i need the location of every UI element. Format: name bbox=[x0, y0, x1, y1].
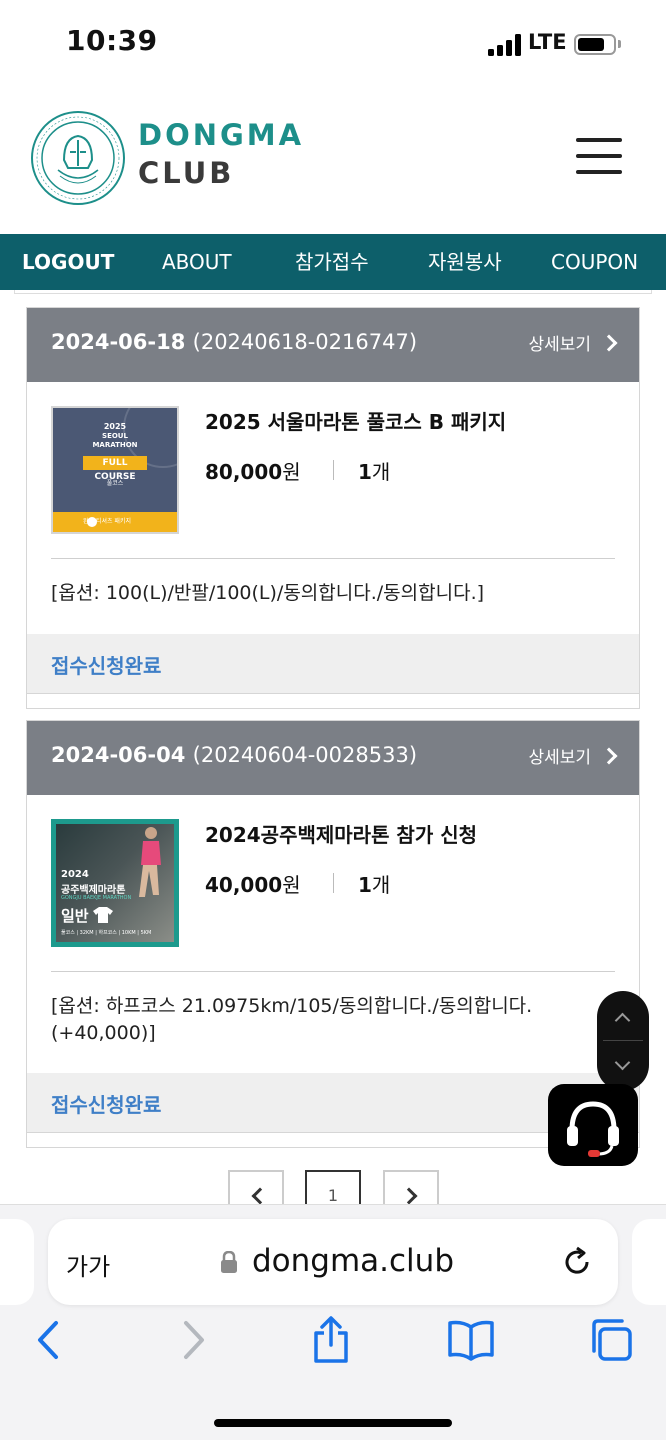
network-label: LTE bbox=[528, 30, 567, 54]
nav-volunteer[interactable]: 자원봉사 bbox=[428, 234, 502, 290]
product-name[interactable]: 2025 서울마라톤 풀코스 B 패키지 bbox=[205, 406, 506, 435]
menu-icon[interactable] bbox=[576, 138, 622, 174]
chevron-right-icon bbox=[600, 334, 618, 351]
order-card-body: 2025 SEOUL MARATHON FULL COURSE 풀코스 완주 티셔… bbox=[27, 382, 639, 634]
logo-text-club[interactable]: CLUB bbox=[138, 156, 234, 190]
thumb-foot: 풀코스 | 32KM | 하프코스 | 10KM | 5KM bbox=[61, 930, 152, 936]
order-card-header: 2024-06-18 (20240618-0216747) 상세보기 bbox=[27, 308, 639, 382]
order-card-footer: 접수신청완료 bbox=[27, 634, 639, 694]
order-card-body: 2024 공주백제마라톤 GONGJU BAEKJE MARATHON 일반 풀… bbox=[27, 795, 639, 1073]
scroll-down-icon[interactable] bbox=[614, 1054, 631, 1071]
product-options: [옵션: 하프코스 21.0975km/105/동의합니다./동의합니다. (+… bbox=[51, 995, 533, 1044]
product-price: 80,000 bbox=[205, 460, 283, 484]
url-text[interactable]: dongma.club bbox=[252, 1243, 454, 1279]
main-nav: LOGOUT ABOUT 참가접수 자원봉사 COUPON bbox=[0, 234, 666, 290]
product-qty: 1 bbox=[358, 460, 372, 484]
thumb-bar: 완주 티셔츠 패키지 bbox=[53, 512, 177, 532]
detail-link[interactable]: 상세보기 bbox=[528, 743, 618, 768]
thumb-title: SEOUL MARATHON bbox=[53, 432, 177, 450]
tshirt-icon bbox=[93, 907, 113, 923]
chevron-left-icon bbox=[251, 1187, 269, 1205]
price-qty-separator bbox=[333, 460, 334, 480]
battery-cap bbox=[618, 40, 621, 48]
thumb-title-en: GONGJU BAEKJE MARATHON bbox=[61, 895, 132, 901]
thumb-title-line1: SEOUL bbox=[102, 432, 128, 440]
product-qty: 1 bbox=[358, 873, 372, 897]
card-divider bbox=[51, 558, 615, 559]
nav-about[interactable]: ABOUT bbox=[162, 234, 232, 290]
share-icon[interactable] bbox=[306, 1315, 356, 1365]
product-thumbnail[interactable]: 2024 공주백제마라톤 GONGJU BAEKJE MARATHON 일반 풀… bbox=[51, 819, 179, 947]
thumb-dot-icon bbox=[87, 517, 97, 527]
site-header: DONGMA CLUB bbox=[0, 96, 666, 234]
back-icon[interactable] bbox=[24, 1315, 74, 1365]
thumb-title: 공주백제마라톤 bbox=[61, 885, 126, 896]
qty-unit: 개 bbox=[371, 873, 391, 897]
order-card-header: 2024-06-04 (20240604-0028533) 상세보기 bbox=[27, 721, 639, 795]
status-time: 10:39 bbox=[66, 24, 158, 57]
headset-icon bbox=[567, 1101, 619, 1157]
next-tab-preview[interactable] bbox=[632, 1219, 666, 1305]
order-card: 2024-06-18 (20240618-0216747) 상세보기 2025 … bbox=[26, 307, 640, 709]
order-id: (20240604-0028533) bbox=[192, 743, 418, 767]
home-indicator bbox=[214, 1419, 452, 1427]
thumb-title-line2: MARATHON bbox=[92, 441, 138, 449]
product-price: 40,000 bbox=[205, 873, 283, 897]
lock-icon bbox=[221, 1251, 237, 1273]
chevron-right-icon bbox=[400, 1187, 418, 1205]
status-bar: 10:39 LTE bbox=[0, 0, 666, 90]
signal-icon bbox=[488, 34, 522, 56]
order-status: 접수신청완료 bbox=[51, 1093, 162, 1117]
qty-unit: 개 bbox=[371, 460, 391, 484]
product-name[interactable]: 2024공주백제마라톤 참가 신청 bbox=[205, 819, 477, 848]
order-date-line: 2024-06-18 (20240618-0216747) bbox=[51, 330, 417, 354]
price-unit: 원 bbox=[282, 873, 301, 897]
card-tail bbox=[27, 694, 639, 708]
logo-text-dongma[interactable]: DONGMA bbox=[138, 118, 304, 152]
browser-toolbar: 가가 dongma.club bbox=[0, 1204, 666, 1440]
previous-card-edge bbox=[14, 290, 652, 294]
order-status: 접수신청완료 bbox=[51, 654, 162, 678]
product-thumbnail[interactable]: 2025 SEOUL MARATHON FULL COURSE 풀코스 완주 티셔… bbox=[51, 406, 179, 534]
forward-icon[interactable] bbox=[168, 1315, 218, 1365]
nav-logout[interactable]: LOGOUT bbox=[22, 234, 114, 290]
thumb-course-ko: 풀코스 bbox=[106, 480, 124, 487]
order-id: (20240618-0216747) bbox=[192, 330, 418, 354]
detail-link[interactable]: 상세보기 bbox=[528, 330, 618, 355]
price-qty-separator bbox=[333, 873, 334, 893]
card-divider bbox=[51, 971, 615, 972]
customer-support-button[interactable] bbox=[548, 1084, 638, 1166]
battery-icon bbox=[574, 34, 616, 55]
product-qty-line: 1개 bbox=[358, 869, 390, 898]
runner-silhouette-icon bbox=[139, 827, 161, 897]
product-price-line: 40,000원 bbox=[205, 869, 301, 898]
tabs-icon[interactable] bbox=[586, 1315, 636, 1365]
logo-seal-icon[interactable] bbox=[30, 110, 126, 206]
scroll-up-icon[interactable] bbox=[614, 1012, 631, 1029]
order-date: 2024-06-18 bbox=[51, 330, 186, 354]
scroll-control bbox=[597, 991, 649, 1091]
thumb-badge: 일반 bbox=[61, 907, 89, 925]
scroll-control-divider bbox=[603, 1040, 643, 1041]
order-date: 2024-06-04 bbox=[51, 743, 186, 767]
thumb-year: 2024 bbox=[61, 869, 89, 880]
nav-registration[interactable]: 참가접수 bbox=[295, 234, 369, 290]
detail-label: 상세보기 bbox=[528, 335, 591, 355]
product-price-line: 80,000원 bbox=[205, 456, 301, 485]
reload-icon[interactable] bbox=[560, 1245, 594, 1279]
address-bar[interactable]: 가가 dongma.club bbox=[48, 1219, 618, 1305]
thumb-course: FULL COURSE bbox=[83, 456, 147, 482]
bookmarks-icon[interactable] bbox=[446, 1315, 496, 1365]
order-date-line: 2024-06-04 (20240604-0028533) bbox=[51, 743, 417, 767]
thumb-year: 2025 bbox=[103, 422, 127, 431]
text-size-button[interactable]: 가가 bbox=[66, 1247, 110, 1282]
detail-label: 상세보기 bbox=[528, 748, 591, 768]
nav-coupon[interactable]: COUPON bbox=[551, 234, 638, 290]
product-options: [옵션: 100(L)/반팔/100(L)/동의합니다./동의합니다.] bbox=[51, 582, 485, 604]
chevron-right-icon bbox=[600, 747, 618, 764]
price-unit: 원 bbox=[282, 460, 301, 484]
previous-tab-preview[interactable] bbox=[0, 1219, 34, 1305]
product-qty-line: 1개 bbox=[358, 456, 390, 485]
